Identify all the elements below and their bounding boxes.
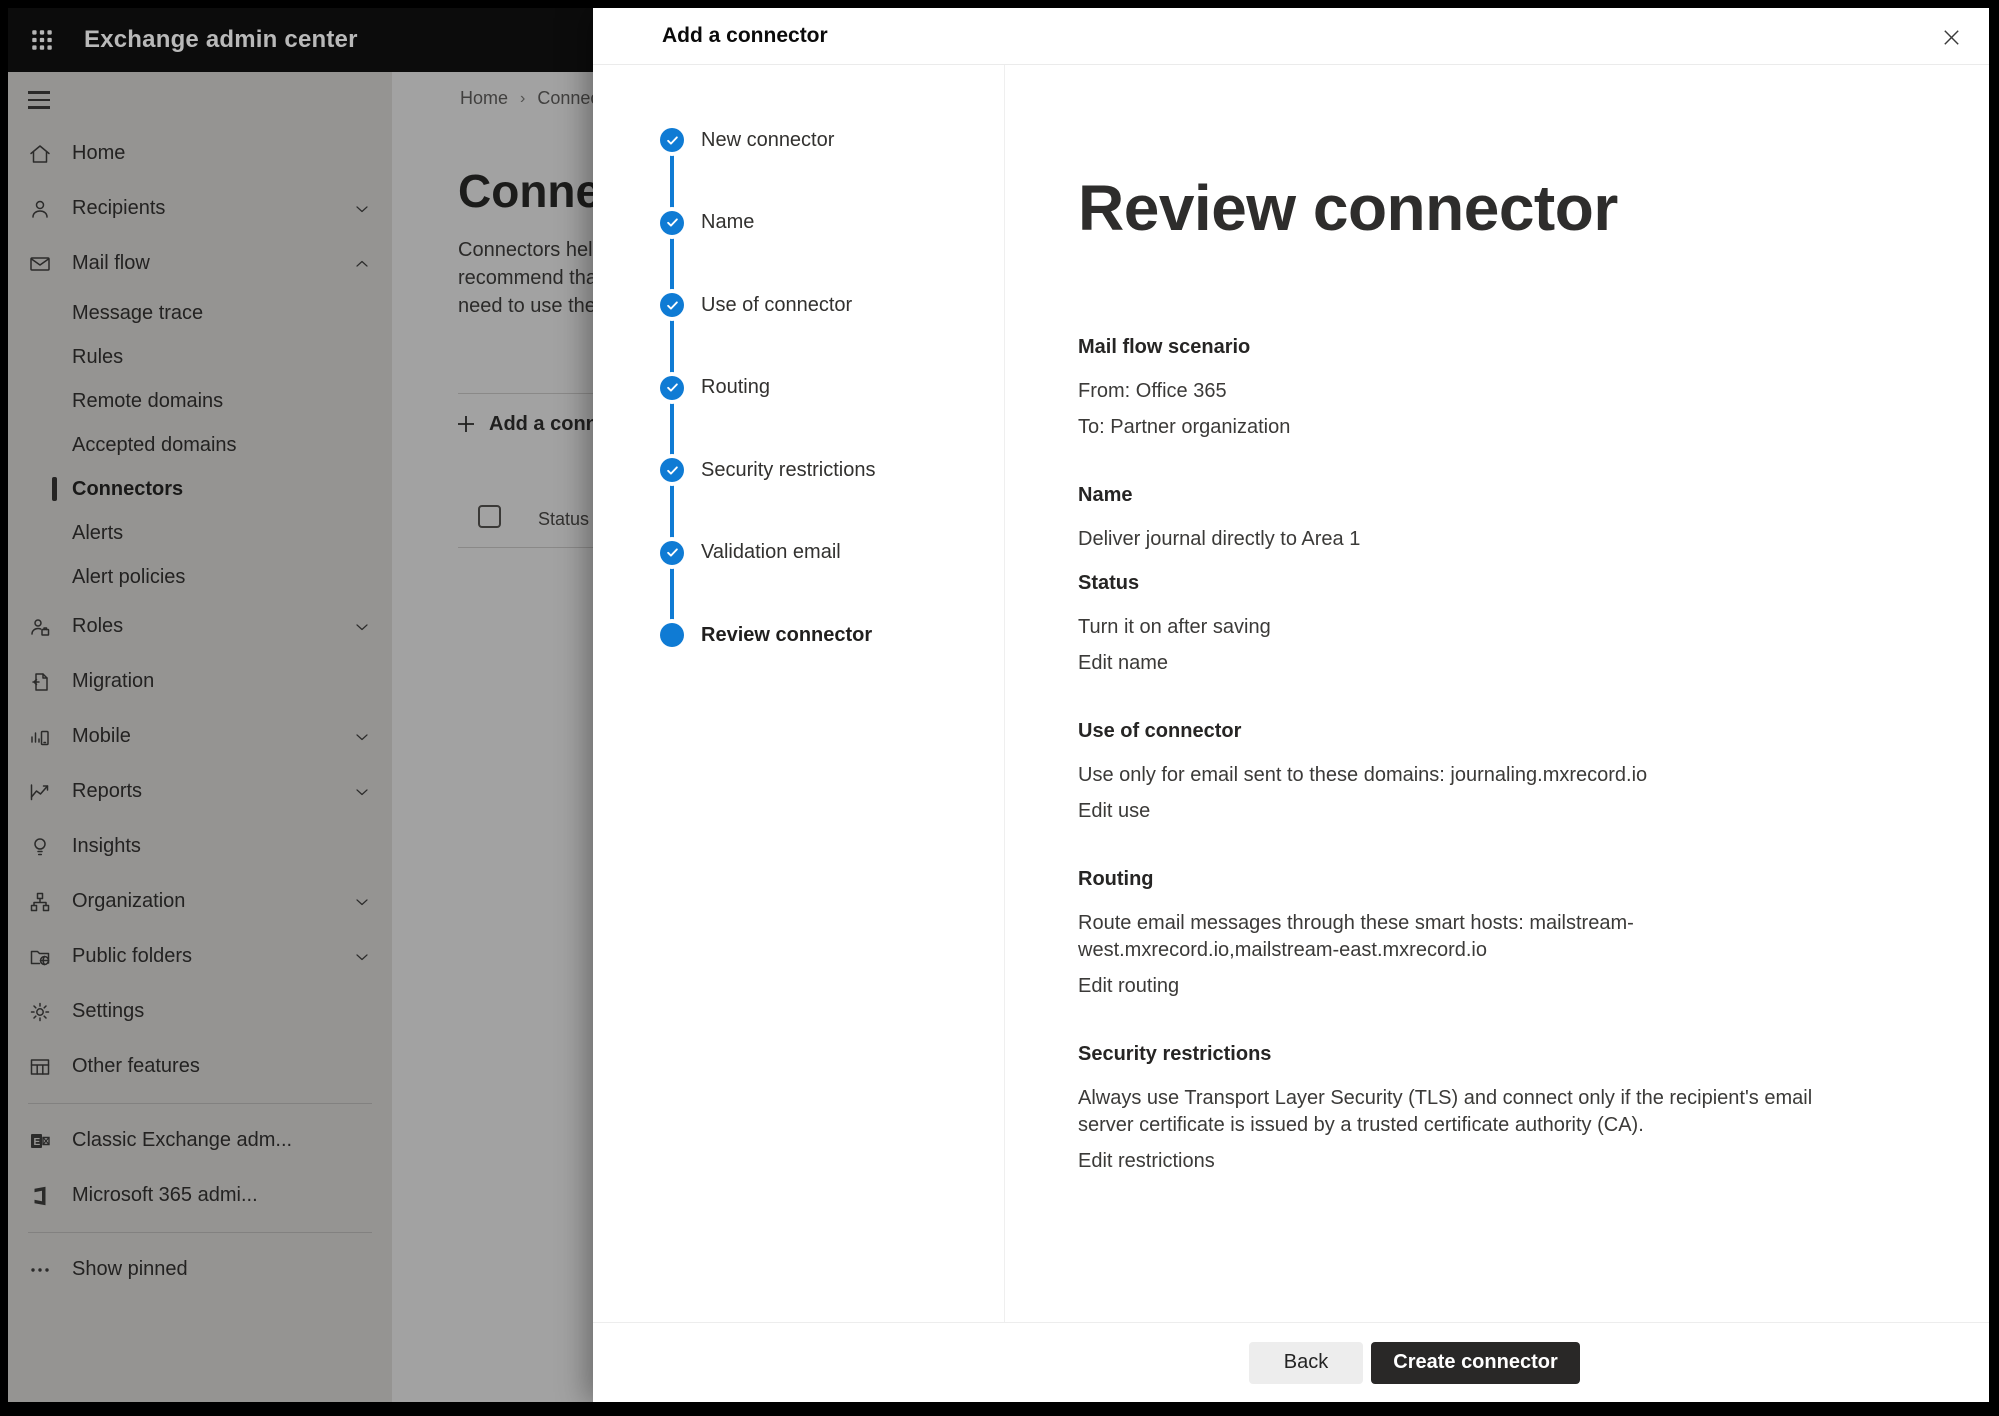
use-of-connector-value: Use only for email sent to these domains… [1078,762,1868,789]
step-security-restrictions[interactable]: Security restrictions [660,458,1004,482]
section-security-restrictions: Security restrictions Always use Transpo… [1078,1041,1868,1175]
review-heading: Review connector [1078,171,1959,245]
screenshot-frame: Exchange admin center Home Recipients Ma… [0,0,1999,1416]
mail-flow-from: From: Office 365 [1078,378,1868,405]
connector-name-value: Deliver journal directly to Area 1 [1078,526,1868,553]
step-review-connector[interactable]: Review connector [660,623,1004,647]
status-value: Turn it on after saving [1078,614,1868,641]
step-validation-email[interactable]: Validation email [660,541,1004,565]
wizard-stepper: New connector Name Use of connector Rout… [593,65,1005,1322]
section-routing: Routing Route email messages through the… [1078,866,1868,1000]
dialog-footer: Back Create connector [593,1322,1989,1402]
dialog-title: Add a connector [662,24,828,48]
create-connector-button[interactable]: Create connector [1371,1342,1580,1384]
step-check-icon [660,541,684,565]
add-connector-dialog: Add a connector New connector Name Use o… [593,8,1989,1402]
step-new-connector[interactable]: New connector [660,128,1004,152]
section-status: Status Turn it on after saving Edit name [1078,570,1868,677]
dialog-body: New connector Name Use of connector Rout… [593,65,1989,1322]
section-mail-flow-scenario: Mail flow scenario From: Office 365 To: … [1078,334,1868,441]
section-heading: Routing [1078,866,1868,893]
section-heading: Mail flow scenario [1078,334,1868,361]
step-check-icon [660,458,684,482]
step-check-icon [660,128,684,152]
section-heading: Use of connector [1078,718,1868,745]
close-icon[interactable] [1937,23,1965,51]
mail-flow-to: To: Partner organization [1078,414,1868,441]
dialog-header: Add a connector [593,8,1989,65]
step-routing[interactable]: Routing [660,376,1004,400]
step-current-dot [660,623,684,647]
app-title: Exchange admin center [84,26,358,54]
edit-use-link[interactable]: Edit use [1078,798,1868,825]
section-name: Name Deliver journal directly to Area 1 [1078,482,1868,553]
app-window: Exchange admin center Home Recipients Ma… [8,8,1989,1402]
app-launcher-waffle-icon[interactable] [22,20,62,60]
section-heading: Status [1078,570,1868,597]
section-heading: Security restrictions [1078,1041,1868,1068]
routing-value: Route email messages through these smart… [1078,910,1868,964]
section-use-of-connector: Use of connector Use only for email sent… [1078,718,1868,825]
back-button[interactable]: Back [1249,1342,1363,1384]
step-check-icon [660,211,684,235]
step-check-icon [660,293,684,317]
step-name[interactable]: Name [660,211,1004,235]
security-restrictions-value: Always use Transport Layer Security (TLS… [1078,1085,1868,1139]
step-use-of-connector[interactable]: Use of connector [660,293,1004,317]
review-panel: Review connector Mail flow scenario From… [1078,65,1959,1322]
step-check-icon [660,376,684,400]
edit-restrictions-link[interactable]: Edit restrictions [1078,1148,1868,1175]
section-heading: Name [1078,482,1868,509]
edit-routing-link[interactable]: Edit routing [1078,973,1868,1000]
edit-name-link[interactable]: Edit name [1078,650,1868,677]
